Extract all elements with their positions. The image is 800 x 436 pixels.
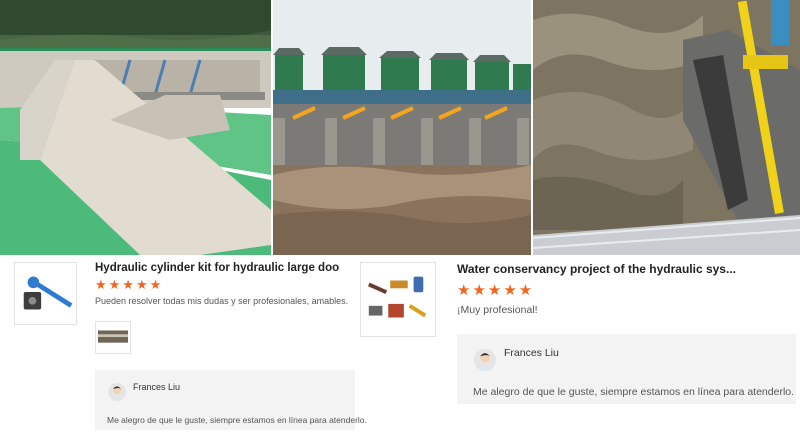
reply-text: Me alegro de que le guste, siempre estam… xyxy=(473,386,795,398)
dam-spillway-photo[interactable] xyxy=(0,0,271,255)
dam-spillway-image xyxy=(0,0,271,255)
review-comment: Pueden resolver todas mis dudas y ser pr… xyxy=(95,296,349,306)
review-title[interactable]: Water conservancy project of the hydraul… xyxy=(457,262,792,276)
seller-avatar xyxy=(108,383,126,401)
review-comment: ¡Muy profesional! xyxy=(457,304,538,316)
seller-reply: Frances Liu Me alegro de que le guste, s… xyxy=(457,334,796,404)
product-thumbnail[interactable] xyxy=(14,262,77,325)
hydraulic-parts-kit-icon xyxy=(368,276,427,318)
reply-text: Me alegro de que le guste, siempre estam… xyxy=(107,415,367,425)
hydraulic-cylinder-icon xyxy=(23,276,73,310)
reply-author-name: Frances Liu xyxy=(504,347,559,359)
product-thumbnail[interactable] xyxy=(360,262,436,337)
review-photo-image xyxy=(96,322,130,353)
star-rating: ★★★★★ xyxy=(457,282,535,299)
cylinder-water-image xyxy=(533,0,800,255)
review-title[interactable]: Hydraulic cylinder kit for hydraulic lar… xyxy=(95,262,340,274)
reply-author-name: Frances Liu xyxy=(133,382,181,392)
seller-avatar xyxy=(474,349,496,371)
floodgate-photo[interactable] xyxy=(273,0,531,255)
person-avatar-icon xyxy=(474,349,496,371)
star-rating: ★★★★★ xyxy=(95,277,164,292)
person-avatar-icon xyxy=(108,383,126,401)
cylinder-water-photo[interactable] xyxy=(533,0,800,255)
review-page: Hydraulic cylinder kit for hydraulic lar… xyxy=(0,0,800,436)
floodgate-image xyxy=(273,0,531,255)
seller-reply: Frances Liu Me alegro de que le guste, s… xyxy=(95,370,367,430)
review-photo-thumbnail[interactable] xyxy=(95,321,131,354)
